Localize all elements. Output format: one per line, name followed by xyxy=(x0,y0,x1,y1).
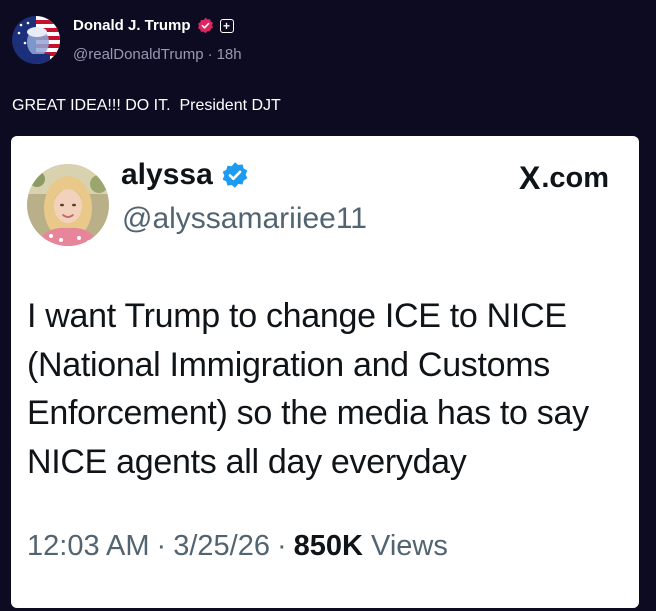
quoted-avatar[interactable] xyxy=(27,164,109,246)
x-logo-icon: X xyxy=(518,160,541,196)
source-domain: .com xyxy=(541,162,609,194)
tweet-line: Enforcement) so the media has to say xyxy=(27,394,589,432)
views-count: 850K xyxy=(293,530,363,562)
tweet-line: (National Immigration and Customs xyxy=(27,345,550,384)
meta-separator: · xyxy=(207,46,213,63)
source-label: X .com xyxy=(519,160,609,197)
quoted-meta-row: 12:03 AM · 3/25/26 · 850K Views xyxy=(27,530,448,563)
author-avatar[interactable] xyxy=(12,16,60,64)
author-handle[interactable]: @realDonaldTrump xyxy=(73,46,204,63)
post-time-ago[interactable]: 18h xyxy=(217,46,242,63)
verified-badge-red-icon xyxy=(197,17,213,34)
quoted-date[interactable]: 3/25/26 xyxy=(173,530,270,563)
quoted-tweet-text: I want Trump to change ICE to NICE (Nati… xyxy=(27,292,627,486)
quoted-name[interactable]: alyssa xyxy=(121,158,213,192)
portrait-avatar-icon xyxy=(27,164,109,246)
quoted-time[interactable]: 12:03 AM xyxy=(27,530,150,563)
verified-badge-blue-icon xyxy=(222,162,248,188)
quoted-handle[interactable]: @alyssamariiee11 xyxy=(122,202,367,236)
meta-separator: · xyxy=(156,530,167,562)
author-meta-row: @realDonaldTrump · 18h xyxy=(73,46,242,63)
post-page: Donald J. Trump + @realDonaldTrump · 18h… xyxy=(0,0,656,611)
quoted-tweet-card[interactable]: alyssa @alyssamariiee11 X .com I want Tr… xyxy=(11,136,639,608)
tweet-line: NICE agents all day everyday xyxy=(27,442,467,481)
post-text: GREAT IDEA!!! DO IT. President DJT xyxy=(12,97,281,114)
author-name[interactable]: Donald J. Trump xyxy=(73,17,191,34)
views-label: Views xyxy=(371,530,448,562)
tweet-line: I want Trump to change ICE to NICE xyxy=(27,297,567,335)
author-name-row: Donald J. Trump + xyxy=(73,17,234,34)
plus-badge-icon: + xyxy=(219,18,234,33)
quoted-name-row: alyssa xyxy=(121,158,249,192)
meta-separator: · xyxy=(276,530,287,562)
flag-portrait-icon xyxy=(12,16,60,64)
